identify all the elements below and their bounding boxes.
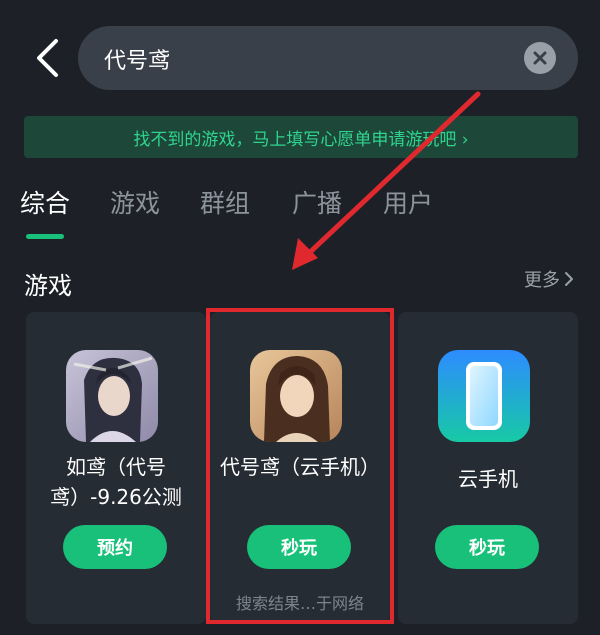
game-portrait-icon bbox=[250, 350, 342, 442]
tab-broadcast[interactable]: 广播 bbox=[292, 184, 342, 220]
category-tabs: 综合 游戏 群组 广播 用户 bbox=[0, 176, 600, 246]
chevron-right-icon bbox=[565, 272, 573, 286]
tab-groups[interactable]: 群组 bbox=[200, 184, 250, 220]
game-card[interactable]: 代号鸢（云手机） 秒玩 搜索结果…于网络 bbox=[210, 312, 390, 624]
tab-active-indicator bbox=[26, 234, 64, 239]
game-name: 如鸢（代号鸢）-9.26公测 bbox=[50, 455, 182, 509]
play-now-button[interactable]: 秒玩 bbox=[247, 525, 351, 569]
back-arrow-icon bbox=[37, 39, 58, 77]
game-name: 云手机 bbox=[458, 467, 518, 491]
reserve-button[interactable]: 预约 bbox=[63, 525, 167, 569]
more-link-label: 更多 bbox=[524, 270, 560, 291]
game-portrait-icon bbox=[66, 350, 158, 442]
close-icon bbox=[533, 51, 547, 65]
tab-all[interactable]: 综合 bbox=[20, 184, 70, 220]
tab-games[interactable]: 游戏 bbox=[110, 184, 160, 220]
tab-users[interactable]: 用户 bbox=[383, 184, 433, 220]
top-bar bbox=[0, 0, 600, 110]
source-note: 搜索结果…于网络 bbox=[235, 594, 364, 613]
wishlist-banner[interactable]: 找不到的游戏，马上填写心愿单申请游玩吧 › bbox=[24, 116, 578, 158]
game-name: 代号鸢（云手机） bbox=[220, 455, 380, 479]
more-link[interactable]: 更多 bbox=[524, 266, 574, 292]
search-box[interactable] bbox=[78, 26, 578, 92]
clear-button[interactable] bbox=[524, 42, 556, 74]
back-button[interactable] bbox=[22, 30, 72, 86]
play-now-button[interactable]: 秒玩 bbox=[435, 525, 539, 569]
wishlist-banner-text: 找不到的游戏，马上填写心愿单申请游玩吧 › bbox=[133, 129, 469, 150]
game-card[interactable]: 云手机 秒玩 bbox=[398, 312, 578, 624]
game-card[interactable]: 如鸢（代号鸢）-9.26公测 预约 bbox=[26, 312, 206, 624]
cloud-phone-icon bbox=[438, 350, 530, 442]
section-title: 游戏 bbox=[24, 272, 72, 300]
search-input[interactable] bbox=[102, 26, 506, 92]
